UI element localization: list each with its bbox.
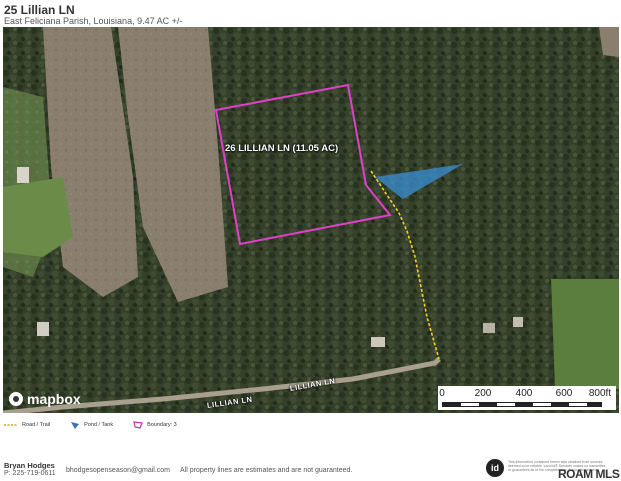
legend-item-pond: Pond / Tank	[70, 421, 113, 429]
agent-name: Bryan Hodges	[4, 461, 55, 470]
house-4	[483, 323, 495, 333]
legend-label-road: Road / Trail	[22, 422, 51, 428]
boundary-icon	[133, 421, 143, 429]
roam-mls-logo: ROAM MLS	[558, 467, 620, 481]
scale-label-200: 200	[474, 388, 492, 399]
dashed-line-icon	[4, 424, 18, 426]
legend-label-boundary: Boundary: 3	[147, 422, 177, 428]
house-2	[37, 322, 49, 336]
scale-label-600: 600	[555, 388, 573, 399]
map-imagery	[3, 27, 619, 413]
mapbox-wordmark: mapbox	[27, 391, 81, 407]
map-legend: Road / Trail Pond / Tank Boundary: 3	[4, 421, 197, 429]
scale-bar: 0 200 400 600 800ft	[438, 386, 616, 410]
agent-phone: P: 225-719-0611	[4, 470, 56, 477]
scale-label-800: 800ft	[588, 388, 612, 399]
house-5	[513, 317, 523, 327]
page-subtitle: East Feliciana Parish, Louisiana, 9.47 A…	[4, 16, 183, 26]
house-1	[17, 167, 29, 183]
legend-item-boundary: Boundary: 3	[133, 421, 177, 429]
house-3	[371, 337, 385, 347]
scale-label-400: 400	[515, 388, 533, 399]
mapbox-icon	[9, 392, 23, 406]
pond-icon	[71, 422, 80, 429]
page-title: 25 Lillian LN	[4, 3, 75, 17]
disclaimer-text: All property lines are estimates and are…	[180, 467, 353, 474]
scale-label-0: 0	[439, 388, 445, 399]
scale-bar-graphic	[442, 402, 602, 407]
land-id-logo: id	[486, 459, 504, 477]
satellite-map[interactable]: 26 LILLIAN LN (11.05 AC) LILLIAN LN LILL…	[3, 27, 619, 413]
legend-item-road: Road / Trail	[4, 422, 50, 428]
agent-email[interactable]: bhodgesopenseason@gmail.com	[66, 467, 170, 474]
pasture-right	[551, 279, 619, 389]
mapbox-logo[interactable]: mapbox	[9, 391, 81, 407]
parcel-label: 26 LILLIAN LN (11.05 AC)	[225, 143, 339, 154]
legend-label-pond: Pond / Tank	[84, 422, 114, 428]
